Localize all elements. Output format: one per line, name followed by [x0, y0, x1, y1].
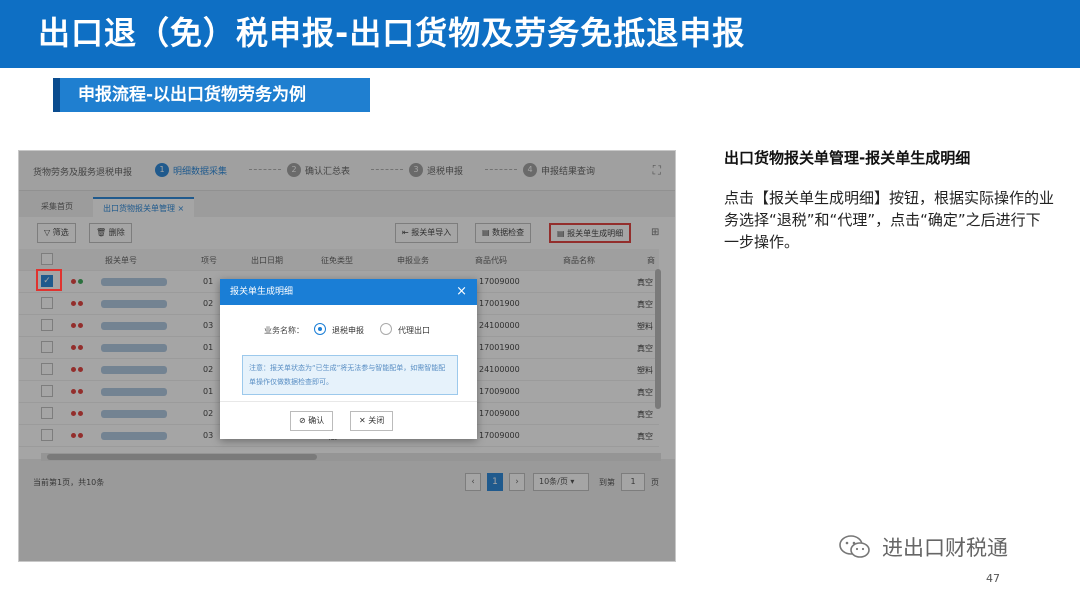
dialog-footer: ⊘ 确认 ✕ 关闭	[220, 401, 477, 439]
page-number: 47	[986, 572, 1000, 585]
confirm-label: 确认	[308, 416, 325, 425]
checkbox-highlight	[36, 269, 62, 291]
close-button[interactable]: ✕ 关闭	[350, 411, 394, 431]
description-heading: 出口货物报关单管理-报关单生成明细	[724, 149, 971, 167]
close-label: 关闭	[368, 416, 385, 425]
business-name-label: 业务名称：	[264, 326, 304, 335]
description-body: 点击【报关单生成明细】按钮，根据实际操作的业务选择“退税”和“代理”，点击“确定…	[724, 189, 1055, 251]
agent-radio[interactable]	[380, 323, 392, 335]
dialog-title: 报关单生成明细	[230, 287, 294, 297]
dialog-header: 报关单生成明细 ×	[220, 279, 477, 305]
refund-option-label: 退税申报	[332, 326, 364, 335]
refund-radio[interactable]	[314, 323, 326, 335]
slide: 出口退（免）税申报-出口货物及劳务免抵退申报 申报流程-以出口货物劳务为例 货物…	[0, 0, 1080, 599]
app-screenshot: 货物劳务及服务退税申报 1 明细数据采集 2 确认汇总表 3 退税申报 4 申报结果查询…	[18, 150, 676, 562]
close-icon: ✕	[359, 416, 369, 425]
wechat-icon	[839, 535, 870, 558]
slide-subtitle: 申报流程-以出口货物劳务为例	[78, 85, 307, 105]
agent-option-label: 代理出口	[398, 326, 430, 335]
subtitle-banner: 申报流程-以出口货物劳务为例	[53, 78, 370, 112]
check-circle-icon: ⊘	[299, 416, 309, 425]
confirm-button[interactable]: ⊘ 确认	[290, 411, 334, 431]
watermark: 进出口财税通	[838, 532, 1008, 562]
slide-title: 出口退（免）税申报-出口货物及劳务免抵退申报	[38, 14, 746, 52]
watermark-text: 进出口财税通	[882, 536, 1008, 560]
generate-detail-dialog: 报关单生成明细 × 业务名称： 退税申报 代理出口 注意：报关单状态为“已生成”…	[220, 279, 477, 439]
dialog-notice: 注意：报关单状态为“已生成”将无法参与智能配单，如需智能配单操作仅做数据检查即可…	[242, 355, 458, 395]
close-icon[interactable]: ×	[456, 279, 467, 305]
title-bar: 出口退（免）税申报-出口货物及劳务免抵退申报	[0, 0, 1080, 68]
